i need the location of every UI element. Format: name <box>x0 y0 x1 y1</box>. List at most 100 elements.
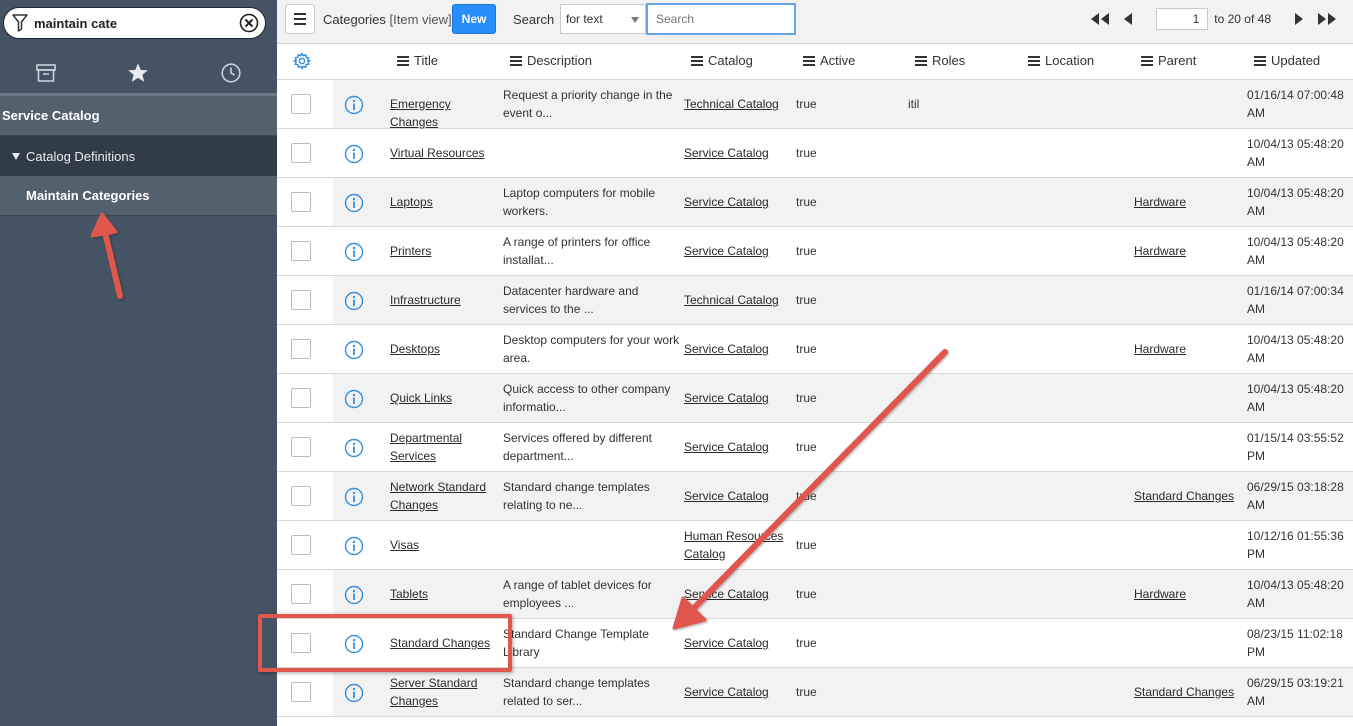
row-title-link[interactable]: Quick Links <box>390 389 500 407</box>
info-icon[interactable] <box>344 291 364 311</box>
column-roles[interactable]: Roles <box>915 53 965 68</box>
row-catalog-link[interactable]: Service Catalog <box>684 340 792 358</box>
row-catalog-link[interactable]: Service Catalog <box>684 585 792 603</box>
column-title[interactable]: Title <box>397 53 438 68</box>
table-row[interactable]: Virtual Resources Service Catalog true 10/0… <box>277 129 1353 178</box>
column-updated[interactable]: Updated <box>1254 53 1320 68</box>
column-catalog[interactable]: Catalog <box>691 53 753 68</box>
info-icon[interactable] <box>344 536 364 556</box>
search-field-select[interactable]: for text <box>560 4 646 34</box>
table-row[interactable]: Infrastructure Datacenter hardware and se… <box>277 276 1353 325</box>
tab-favorites[interactable] <box>92 52 184 93</box>
row-title-link[interactable]: Emergency Changes <box>390 95 500 131</box>
row-catalog-link[interactable]: Technical Catalog <box>684 95 792 113</box>
row-title-link[interactable]: Virtual Resources <box>390 144 500 162</box>
row-checkbox[interactable] <box>291 682 311 702</box>
row-catalog-link[interactable]: Service Catalog <box>684 438 792 456</box>
filter-input[interactable]: maintain cate <box>34 16 239 31</box>
row-parent-link[interactable]: Hardware <box>1134 242 1242 260</box>
info-icon[interactable] <box>344 340 364 360</box>
table-row[interactable]: Server Standard Changes Standard change t… <box>277 668 1353 717</box>
row-catalog-link[interactable]: Service Catalog <box>684 242 792 260</box>
row-title-link[interactable]: Printers <box>390 242 500 260</box>
table-row[interactable]: Quick Links Quick access to other company… <box>277 374 1353 423</box>
row-title-link[interactable]: Departmental Services <box>390 429 500 465</box>
info-icon[interactable] <box>344 95 364 115</box>
row-updated: 06/29/15 03:19:21 AM <box>1247 676 1344 708</box>
navigator-filter[interactable]: maintain cate <box>3 7 266 39</box>
column-parent[interactable]: Parent <box>1141 53 1196 68</box>
row-parent-link[interactable]: Standard Changes <box>1134 487 1242 505</box>
table-row[interactable]: Tablets A range of tablet devices for emp… <box>277 570 1353 619</box>
row-parent-link[interactable]: Hardware <box>1134 193 1242 211</box>
row-catalog-link[interactable]: Service Catalog <box>684 487 792 505</box>
row-catalog-link[interactable]: Human Resources Catalog <box>684 527 792 563</box>
table-row[interactable]: Printers A range of printers for office i… <box>277 227 1353 276</box>
table-row[interactable]: Departmental Services Services offered by… <box>277 423 1353 472</box>
column-description[interactable]: Description <box>510 53 592 68</box>
new-button[interactable]: New <box>452 4 496 34</box>
row-checkbox[interactable] <box>291 535 311 555</box>
nav-section-service-catalog[interactable]: Service Catalog <box>0 96 277 136</box>
info-icon[interactable] <box>344 585 364 605</box>
clear-icon[interactable] <box>239 13 259 33</box>
last-page-icon[interactable] <box>1316 9 1338 29</box>
table-row[interactable]: Desktops Desktop computers for your work … <box>277 325 1353 374</box>
row-description: Laptop computers for mobile workers. <box>503 186 656 218</box>
table-row[interactable]: Network Standard Changes Standard change … <box>277 472 1353 521</box>
row-checkbox[interactable] <box>291 94 311 114</box>
context-menu-button[interactable] <box>285 4 315 34</box>
row-catalog-link[interactable]: Service Catalog <box>684 193 792 211</box>
column-active[interactable]: Active <box>803 53 855 68</box>
gear-icon[interactable] <box>293 52 311 70</box>
row-checkbox[interactable] <box>291 584 311 604</box>
search-label: Search <box>513 12 555 27</box>
row-title-link[interactable]: Infrastructure <box>390 291 500 309</box>
row-parent-link[interactable]: Standard Changes <box>1134 683 1242 701</box>
row-catalog-link[interactable]: Service Catalog <box>684 389 792 407</box>
info-icon[interactable] <box>344 144 364 164</box>
row-title-link[interactable]: Desktops <box>390 340 500 358</box>
table-row[interactable]: Visas Human Resources Catalog true 10/12/16… <box>277 521 1353 570</box>
row-title-link[interactable]: Tablets <box>390 585 500 603</box>
table-row[interactable]: Emergency Changes Request a priority chan… <box>277 80 1353 129</box>
row-description: A range of tablet devices for employees … <box>503 578 652 610</box>
info-icon[interactable] <box>344 683 364 703</box>
row-checkbox[interactable] <box>291 486 311 506</box>
dropdown-caret-icon <box>631 17 639 23</box>
row-checkbox[interactable] <box>291 241 311 261</box>
nav-module-catalog-definitions[interactable]: Catalog Definitions <box>0 136 277 176</box>
prev-page-icon[interactable] <box>1117 9 1139 29</box>
search-input[interactable] <box>646 3 796 35</box>
info-icon[interactable] <box>344 242 364 262</box>
table-row[interactable]: Laptops Laptop computers for mobile worke… <box>277 178 1353 227</box>
row-checkbox[interactable] <box>291 388 311 408</box>
row-catalog-link[interactable]: Technical Catalog <box>684 291 792 309</box>
row-parent-link[interactable]: Hardware <box>1134 340 1242 358</box>
row-catalog-link[interactable]: Service Catalog <box>684 683 792 701</box>
info-icon[interactable] <box>344 193 364 213</box>
column-location[interactable]: Location <box>1028 53 1094 68</box>
info-icon[interactable] <box>344 487 364 507</box>
row-checkbox[interactable] <box>291 290 311 310</box>
first-page-icon[interactable] <box>1089 9 1111 29</box>
row-catalog-link[interactable]: Service Catalog <box>684 634 792 652</box>
row-title-link[interactable]: Visas <box>390 536 500 554</box>
row-title-link[interactable]: Network Standard Changes <box>390 478 500 514</box>
row-catalog-link[interactable]: Service Catalog <box>684 144 792 162</box>
info-icon[interactable] <box>344 438 364 458</box>
info-icon[interactable] <box>344 389 364 409</box>
row-checkbox[interactable] <box>291 143 311 163</box>
tab-all-apps[interactable] <box>0 52 92 93</box>
row-title-link[interactable]: Laptops <box>390 193 500 211</box>
row-parent-link[interactable]: Hardware <box>1134 585 1242 603</box>
row-checkbox[interactable] <box>291 192 311 212</box>
nav-item-maintain-categories[interactable]: Maintain Categories <box>0 176 277 216</box>
row-description: Quick access to other company informatio… <box>503 382 671 414</box>
next-page-icon[interactable] <box>1288 9 1310 29</box>
page-number-input[interactable]: 1 <box>1156 8 1209 30</box>
tab-history[interactable] <box>185 52 277 93</box>
row-checkbox[interactable] <box>291 339 311 359</box>
row-checkbox[interactable] <box>291 437 311 457</box>
row-title-link[interactable]: Server Standard Changes <box>390 674 500 710</box>
